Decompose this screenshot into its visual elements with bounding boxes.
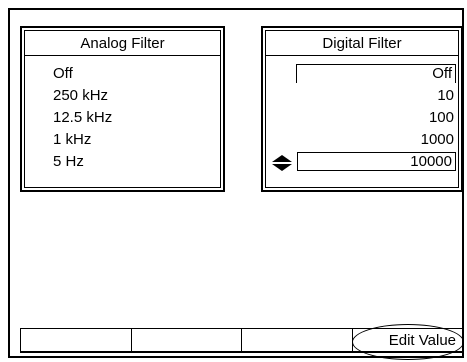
analog-option-12-5khz[interactable]: 12.5 kHz — [53, 109, 112, 127]
digital-title-divider — [266, 55, 458, 56]
digital-filter-frame: Digital Filter Off 10 100 1000 10000 — [265, 30, 459, 188]
analog-option-250khz[interactable]: 250 kHz — [53, 87, 108, 105]
analog-title-divider — [25, 55, 220, 56]
digital-filter-title: Digital Filter — [322, 35, 402, 52]
softkey-3[interactable] — [242, 329, 353, 351]
digital-option-100[interactable]: 100 — [429, 109, 454, 127]
softkey-2[interactable] — [131, 329, 242, 351]
analog-option-off[interactable]: Off — [53, 65, 73, 83]
softkey-1[interactable] — [21, 329, 132, 351]
digital-option-off[interactable]: Off — [296, 64, 456, 83]
analog-option-1khz[interactable]: 1 kHz — [53, 131, 91, 149]
digital-option-10000-selected[interactable]: 10000 — [297, 152, 456, 171]
analog-filter-panel: Analog Filter Off 250 kHz 12.5 kHz 1 kHz… — [20, 26, 225, 192]
digital-filter-panel: Digital Filter Off 10 100 1000 10000 — [261, 26, 463, 192]
digital-option-1000[interactable]: 1000 — [421, 131, 454, 149]
analog-filter-title: Analog Filter — [80, 35, 165, 52]
softkey-bar: Edit Value — [20, 328, 463, 353]
digital-option-10[interactable]: 10 — [437, 87, 454, 105]
up-down-arrows-icon[interactable] — [269, 153, 295, 172]
analog-filter-frame: Analog Filter Off 250 kHz 12.5 kHz 1 kHz… — [24, 30, 221, 188]
edit-value-button[interactable]: Edit Value — [352, 329, 462, 351]
analog-option-5hz[interactable]: 5 Hz — [53, 153, 84, 171]
